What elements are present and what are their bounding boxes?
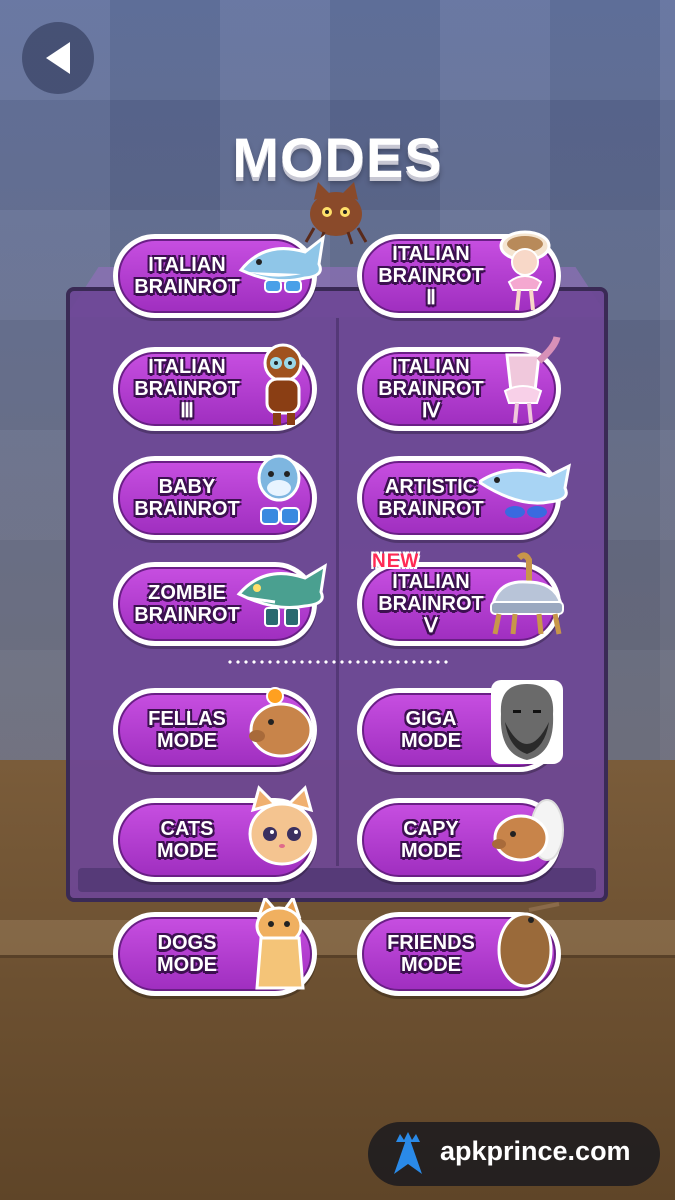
new-badge: NEW (372, 551, 420, 572)
watermark-text: apkprince.com (440, 1136, 631, 1166)
mode-label-line1: CATS (160, 818, 214, 840)
mode-label-line1: ITALIAN (392, 243, 470, 265)
mode-label-line1: FELLAS (148, 708, 226, 730)
capybara-orange-icon (249, 687, 313, 758)
sketch-shark-icon (479, 463, 572, 518)
cup-ballerina-icon (503, 336, 561, 424)
mode-button-giga-mode[interactable]: GIGA MODE (357, 680, 563, 772)
mode-label-line2: BRAINROT Ⅳ (378, 378, 484, 422)
monkey-icon (263, 343, 303, 425)
mode-label-line1: ARTISTIC (384, 476, 478, 498)
mode-label-line2: MODE (157, 730, 217, 752)
zombie-shark-icon (236, 563, 327, 627)
mode-button-italian-brainrot-2[interactable]: ITALIAN BRAINROT Ⅱ (357, 230, 561, 318)
mode-label-line2: BRAINROT Ⅴ (378, 593, 484, 637)
mode-label-line2: BRAINROT Ⅱ (378, 265, 484, 309)
apkprince-logo-icon (394, 1132, 422, 1174)
mode-label-line2: MODE (401, 730, 461, 752)
camel-car-icon (490, 552, 564, 635)
mode-label-line2: BRAINROT (378, 498, 484, 520)
mode-button-cats-mode[interactable]: CATS MODE (113, 785, 317, 882)
kiwi-bird-icon (497, 902, 560, 988)
mode-label-line2: MODE (157, 840, 217, 862)
mode-label-line1: DOGS (157, 932, 217, 954)
mode-label-line1: ITALIAN (392, 571, 470, 593)
mode-button-dogs-mode[interactable]: DOGS MODE (113, 898, 317, 996)
mode-button-italian-brainrot-3[interactable]: ITALIAN BRAINROT Ⅲ (113, 343, 317, 431)
shiba-dog-icon (255, 898, 305, 990)
mode-label-line1: GIGA (405, 708, 457, 730)
section-separator (226, 660, 450, 664)
mode-button-italian-brainrot-5[interactable]: ITALIAN BRAINROT Ⅴ (357, 552, 564, 646)
mode-button-zombie-brainrot[interactable]: ZOMBIE BRAINROT (113, 562, 327, 646)
cat-face-icon (248, 785, 316, 866)
capybara-bird-icon (492, 799, 564, 862)
mode-label-line1: CAPY (403, 818, 459, 840)
mode-button-baby-brainrot[interactable]: BABY BRAINROT (113, 454, 317, 540)
mode-button-italian-brainrot-4[interactable]: ITALIAN BRAINROT Ⅳ (357, 336, 561, 431)
mode-button-italian-brainrot[interactable]: ITALIAN BRAINROT (113, 234, 326, 318)
mode-label-line2: BRAINROT Ⅲ (134, 378, 240, 422)
mode-button-capy-mode[interactable]: CAPY MODE (357, 798, 564, 882)
back-arrow-icon (46, 42, 70, 74)
mode-label-line2: BRAINROT (134, 604, 240, 626)
mode-button-friends-mode[interactable]: FRIENDS MODE (357, 902, 561, 996)
mode-label-line2: MODE (401, 840, 461, 862)
mode-label-line2: MODE (401, 954, 461, 976)
mode-button-artistic-brainrot[interactable]: ARTISTIC BRAINROT (357, 456, 572, 540)
bearded-man-icon (491, 680, 563, 764)
case-divider (336, 318, 339, 866)
back-button[interactable] (22, 22, 94, 94)
mode-label-line2: BRAINROT (134, 498, 240, 520)
mode-label-line1: FRIENDS (387, 932, 475, 954)
mode-label-line2: BRAINROT (134, 276, 240, 298)
mode-button-fellas-mode[interactable]: FELLAS MODE (113, 687, 317, 772)
mode-label-line1: ITALIAN (148, 356, 226, 378)
mode-label-line1: ITALIAN (148, 254, 226, 276)
coffee-ballerina-icon (499, 230, 551, 311)
mode-label-line1: BABY (158, 476, 216, 498)
baby-shark-icon (257, 454, 301, 525)
mode-label-line1: ZOMBIE (148, 582, 226, 604)
mode-label-line1: ITALIAN (392, 356, 470, 378)
mode-label-line2: MODE (157, 954, 217, 976)
watermark-badge: apkprince.com (368, 1122, 660, 1186)
shark-icon (238, 234, 326, 293)
